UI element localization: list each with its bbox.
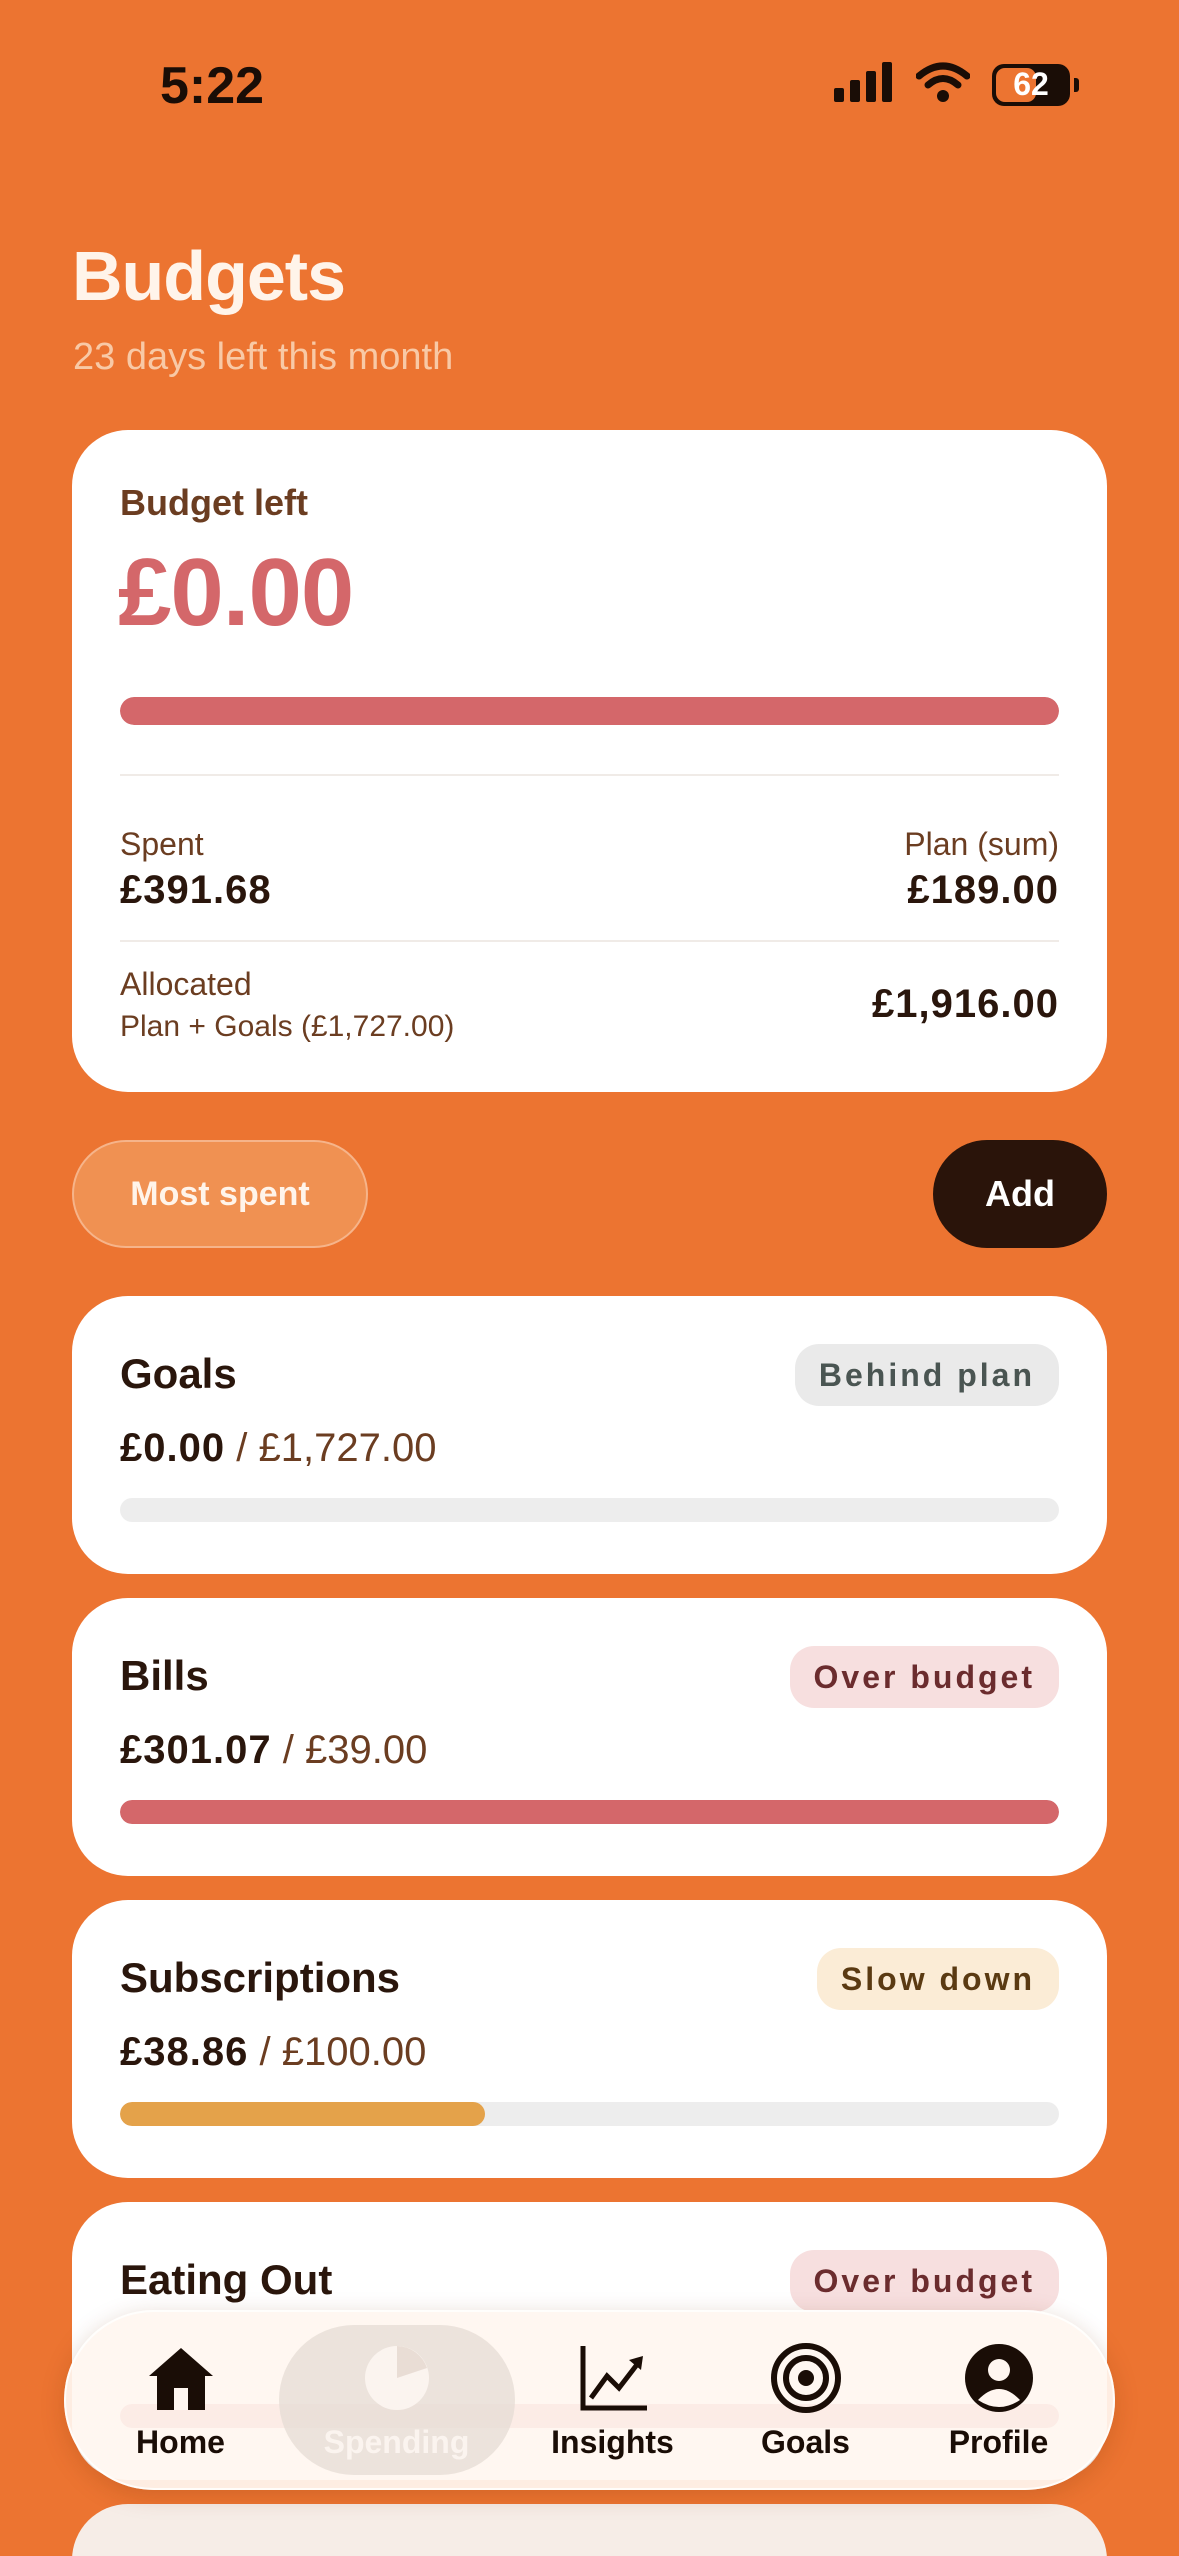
spent-label: Spent [120, 826, 204, 862]
category-progress-bar [120, 1498, 1059, 1522]
category-name: Bills [120, 1652, 209, 1699]
category-spent: £38.86 [120, 2030, 249, 2074]
tab-goals-label: Goals [761, 2423, 850, 2460]
budget-left-amount: £0.00 [118, 539, 354, 646]
signal-icon [834, 62, 894, 107]
tab-home-label: Home [136, 2423, 225, 2460]
divider [120, 774, 1059, 776]
category-card-bills[interactable]: Bills Over budget £301.07 / £39.00 [72, 1598, 1107, 1876]
category-name: Subscriptions [120, 1954, 401, 2001]
category-progress-bar [120, 1800, 1059, 1824]
category-amounts: £38.86 / £100.00 [120, 2030, 426, 2075]
budget-progress-bar [120, 697, 1059, 725]
status-badge: Behind plan [794, 1344, 1059, 1406]
tab-home[interactable]: Home [86, 2325, 276, 2475]
plan-label: Plan (sum) [904, 826, 1059, 862]
status-icons: 62 [834, 62, 1079, 107]
tab-insights[interactable]: Insights [518, 2325, 708, 2475]
tab-spending-label: Spending [323, 2423, 470, 2460]
battery-icon: 62 [992, 63, 1070, 106]
page-subtitle: 23 days left this month [73, 336, 454, 378]
category-spent: £0.00 [120, 1426, 226, 1470]
category-amounts: £0.00 / £1,727.00 [120, 1426, 436, 1471]
category-card-goals[interactable]: Goals Behind plan £0.00 / £1,727.00 [72, 1296, 1107, 1574]
tab-spending[interactable]: Spending [278, 2325, 515, 2475]
trend-chart-icon [575, 2340, 651, 2416]
category-spent: £301.07 [120, 1728, 272, 1772]
pie-chart-icon [359, 2340, 435, 2416]
spent-value: £391.68 [120, 868, 272, 912]
category-plan: £39.00 [304, 1728, 428, 1772]
category-amounts: £301.07 / £39.00 [120, 1728, 427, 1773]
status-badge: Over budget [789, 1646, 1059, 1708]
home-icon [143, 2340, 219, 2416]
category-name: Eating Out [120, 2256, 333, 2303]
category-progress-bar [120, 2102, 1059, 2126]
budget-summary-card: Budget left £0.00 Spent £391.68 Plan (su… [72, 430, 1107, 1092]
budget-left-label: Budget left [120, 482, 308, 523]
allocated-label: Allocated [120, 966, 252, 1002]
category-name: Goals [120, 1350, 237, 1397]
allocated-value: £1,916.00 [872, 982, 1059, 1026]
allocated-note: Plan + Goals (£1,727.00) [120, 1010, 455, 1043]
divider [120, 940, 1059, 942]
category-card-partial [72, 2504, 1107, 2556]
tab-insights-label: Insights [551, 2423, 674, 2460]
status-time: 5:22 [160, 57, 265, 115]
page-title: Budgets [72, 237, 346, 315]
status-bar: 5:22 62 [0, 0, 1179, 170]
category-plan: £1,727.00 [258, 1426, 437, 1470]
battery-level: 62 [1013, 66, 1049, 102]
amount-separator: / [259, 2030, 271, 2074]
category-plan: £100.00 [281, 2030, 427, 2074]
target-icon [768, 2340, 844, 2416]
plan-value: £189.00 [907, 868, 1059, 912]
status-badge: Slow down [816, 1948, 1059, 2010]
add-button[interactable]: Add [933, 1140, 1107, 1248]
tab-bar: Home Spending Insights Goals Profile [64, 2310, 1115, 2490]
amount-separator: / [282, 1728, 294, 1772]
amount-separator: / [236, 1426, 248, 1470]
tab-profile-label: Profile [948, 2423, 1049, 2460]
person-icon [961, 2340, 1037, 2416]
category-card-subscriptions[interactable]: Subscriptions Slow down £38.86 / £100.00 [72, 1900, 1107, 2178]
status-badge: Over budget [789, 2250, 1059, 2312]
wifi-icon [915, 62, 971, 107]
sort-most-spent-button[interactable]: Most spent [72, 1140, 368, 1248]
tab-goals[interactable]: Goals [711, 2325, 901, 2475]
tab-profile[interactable]: Profile [904, 2325, 1094, 2475]
